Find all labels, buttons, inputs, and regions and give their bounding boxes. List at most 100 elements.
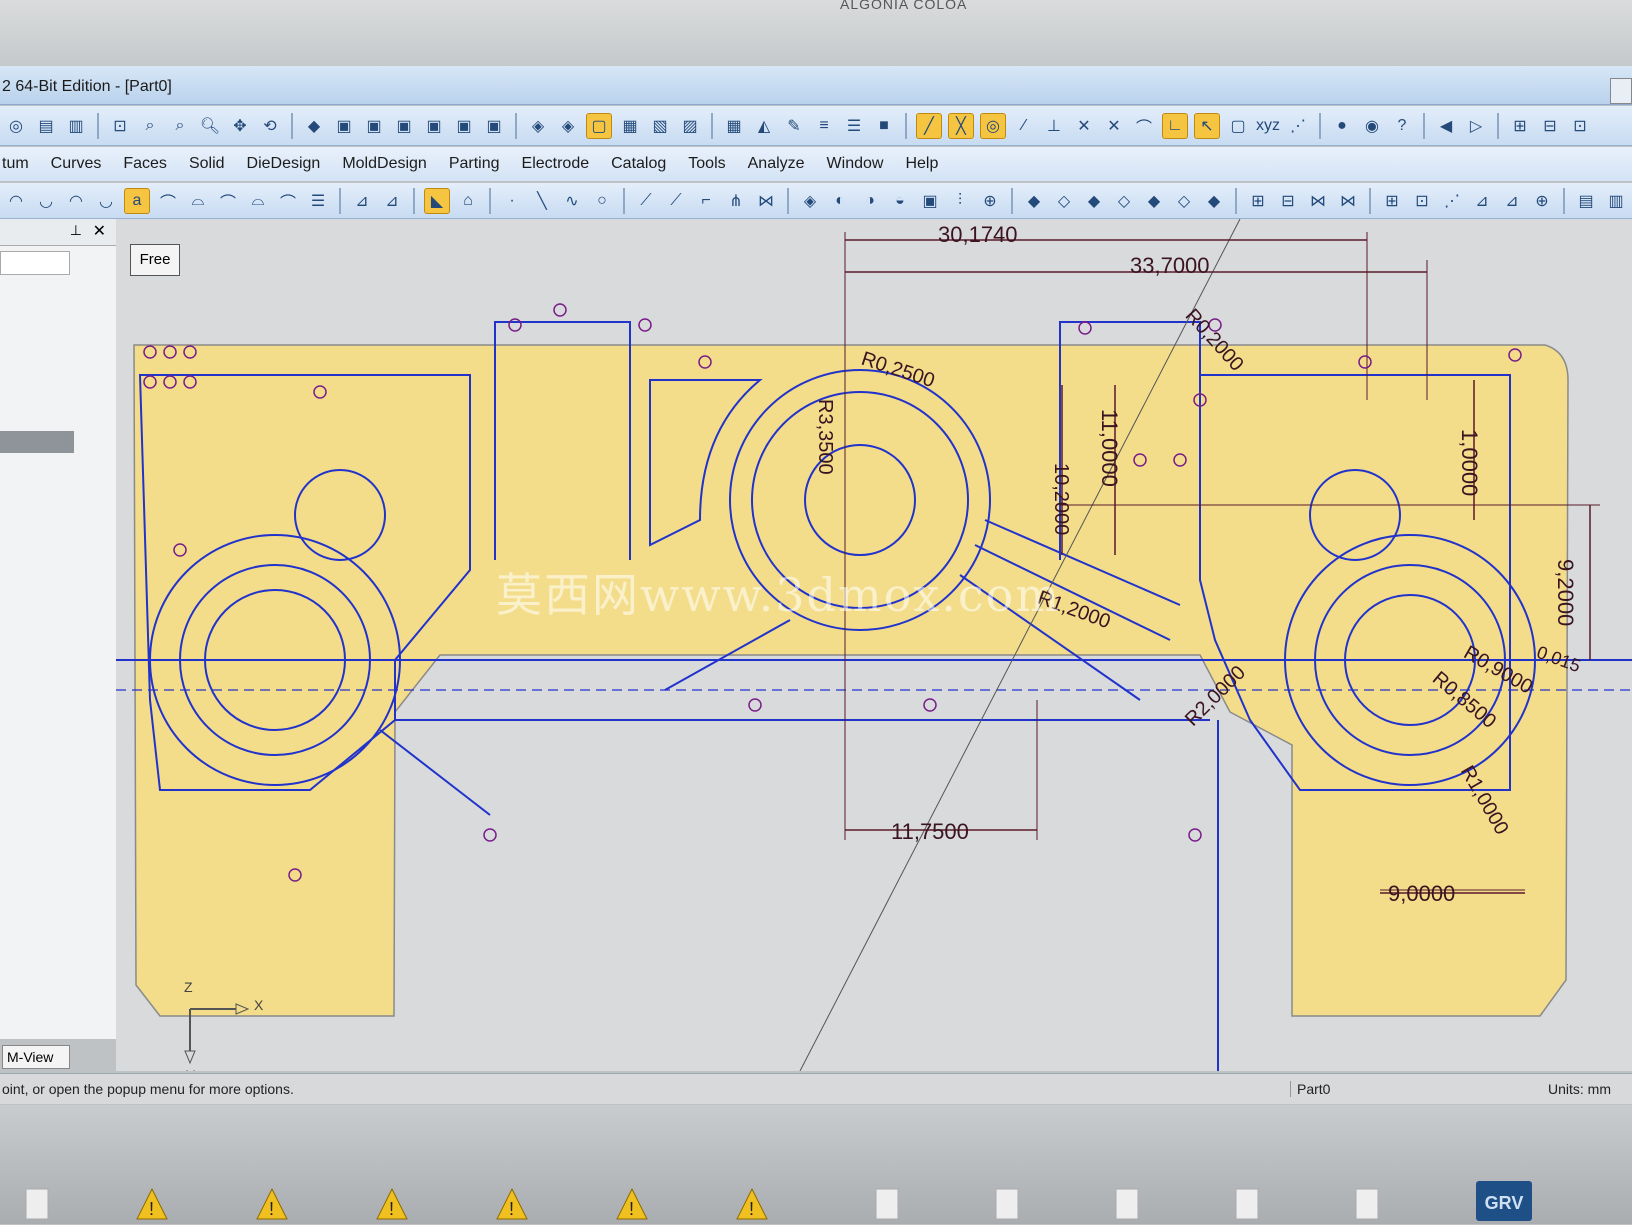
curve-tool-icon[interactable]: ◠ bbox=[64, 189, 88, 213]
dimension-label[interactable]: 1,0000 bbox=[1456, 429, 1482, 496]
material-icon[interactable]: ■ bbox=[872, 114, 896, 138]
analysis-icon[interactable]: ⊡ bbox=[1410, 189, 1434, 213]
snap-axis-icon[interactable]: ∟ bbox=[1162, 112, 1188, 139]
solid-tool-icon[interactable]: ◆ bbox=[1142, 189, 1166, 213]
dimension-label[interactable]: 30,1740 bbox=[938, 222, 1018, 248]
snap-line-icon[interactable]: ╱ bbox=[916, 112, 942, 139]
tree-icon[interactable]: ⊞ bbox=[1508, 114, 1532, 138]
settings-icon[interactable]: ⊡ bbox=[1568, 114, 1592, 138]
dimension-label[interactable]: 9,2000 bbox=[1552, 559, 1578, 626]
window-control-button[interactable] bbox=[1610, 78, 1632, 104]
menu-electrode[interactable]: Electrode bbox=[522, 155, 590, 173]
file-icon[interactable] bbox=[1230, 1187, 1264, 1221]
m-view-tab[interactable]: M-View bbox=[2, 1045, 70, 1069]
line-icon[interactable]: ╲ bbox=[530, 189, 554, 213]
output-icon[interactable]: ▥ bbox=[1604, 189, 1628, 213]
snap-select-icon[interactable]: ↖ bbox=[1194, 112, 1220, 139]
back-icon[interactable]: ◀ bbox=[1434, 114, 1458, 138]
cube-left-icon[interactable]: ▣ bbox=[452, 114, 476, 138]
cube-top-icon[interactable]: ▣ bbox=[392, 114, 416, 138]
fillet-icon[interactable]: ⌐ bbox=[694, 189, 718, 213]
snap-center-icon[interactable]: ◎ bbox=[980, 112, 1006, 139]
cube-iso-icon[interactable]: ◆ bbox=[302, 114, 326, 138]
panel-selection-bar[interactable] bbox=[0, 431, 74, 453]
warning-icon[interactable]: ! bbox=[255, 1187, 289, 1221]
menu-datum[interactable]: tum bbox=[2, 155, 29, 173]
section-icon[interactable]: ▨ bbox=[678, 114, 702, 138]
cube-bottom-icon[interactable]: ▣ bbox=[422, 114, 446, 138]
solid-tool-icon[interactable]: ◆ bbox=[1082, 189, 1106, 213]
point-icon[interactable]: · bbox=[500, 189, 524, 213]
dimension-label[interactable]: 33,7000 bbox=[1130, 253, 1210, 279]
curve-tool-icon[interactable]: ⌒ bbox=[216, 189, 240, 213]
shaded-icon[interactable]: ▢ bbox=[586, 112, 612, 139]
menu-tools[interactable]: Tools bbox=[688, 155, 725, 173]
menu-diedesign[interactable]: DieDesign bbox=[247, 155, 321, 173]
extend-icon[interactable]: ⟋ bbox=[664, 189, 688, 213]
trim-icon[interactable]: ⟋ bbox=[634, 189, 658, 213]
file-icon[interactable] bbox=[990, 1187, 1024, 1221]
dimension-label[interactable]: 11,0000 bbox=[1096, 409, 1122, 487]
solid-tool-icon[interactable]: ◆ bbox=[1202, 189, 1226, 213]
surface-icon[interactable]: ◈ bbox=[798, 189, 822, 213]
grid-icon[interactable]: ▦ bbox=[722, 114, 746, 138]
menu-parting[interactable]: Parting bbox=[449, 155, 500, 173]
cube-right-icon[interactable]: ▣ bbox=[482, 114, 506, 138]
measure-icon[interactable]: ⊟ bbox=[1538, 114, 1562, 138]
rotate-icon[interactable]: ⟲ bbox=[258, 114, 282, 138]
curve-tool-icon[interactable]: ⌒ bbox=[276, 189, 300, 213]
curve-tool-icon[interactable]: ⌓ bbox=[246, 189, 270, 213]
file-icon[interactable] bbox=[870, 1187, 904, 1221]
solid-tool-icon[interactable]: ◇ bbox=[1112, 189, 1136, 213]
surface-icon[interactable]: ◑ bbox=[858, 189, 882, 213]
output-icon[interactable]: ▤ bbox=[1574, 189, 1598, 213]
cube-back-icon[interactable]: ▣ bbox=[362, 114, 386, 138]
cad-sketch[interactable] bbox=[116, 219, 1632, 1071]
surface-icon[interactable]: ⊕ bbox=[978, 189, 1002, 213]
offset-icon[interactable]: ⋔ bbox=[724, 189, 748, 213]
file-icon[interactable] bbox=[20, 1187, 54, 1221]
view-icon[interactable]: ◎ bbox=[4, 114, 28, 138]
analysis-icon[interactable]: ⊿ bbox=[1500, 189, 1524, 213]
surface-icon[interactable]: ◒ bbox=[888, 189, 912, 213]
close-icon[interactable]: ✕ bbox=[93, 221, 106, 241]
snap-endpoint-icon[interactable]: ╳ bbox=[948, 112, 974, 139]
dimension-icon[interactable]: ◣ bbox=[424, 187, 450, 214]
menu-solid[interactable]: Solid bbox=[189, 155, 225, 173]
analysis-icon[interactable]: ⊕ bbox=[1530, 189, 1554, 213]
render-icon[interactable]: ◈ bbox=[556, 114, 580, 138]
render-icon[interactable]: ◈ bbox=[526, 114, 550, 138]
menu-help[interactable]: Help bbox=[905, 155, 938, 173]
snap-quadrant-icon[interactable]: ⌒ bbox=[1132, 114, 1156, 138]
mold-tool-icon[interactable]: ⋈ bbox=[1336, 189, 1360, 213]
constraint-icon[interactable]: ⊿ bbox=[380, 189, 404, 213]
free-mode-label[interactable]: Free bbox=[130, 244, 180, 276]
dimension-label[interactable]: R3,3500 bbox=[813, 399, 836, 475]
dimension-label[interactable]: 9,0000 bbox=[1388, 881, 1455, 907]
warning-icon[interactable]: ! bbox=[615, 1187, 649, 1221]
menu-molddesign[interactable]: MoldDesign bbox=[342, 155, 426, 173]
wireframe-icon[interactable]: ▦ bbox=[618, 114, 642, 138]
menu-catalog[interactable]: Catalog bbox=[611, 155, 666, 173]
zoom-fit-icon[interactable]: ⌕ bbox=[138, 114, 162, 138]
analysis-icon[interactable]: ⋰ bbox=[1440, 189, 1464, 213]
surface-icon[interactable]: ◐ bbox=[828, 189, 852, 213]
xyz-icon[interactable]: xyz bbox=[1256, 114, 1280, 138]
warning-icon[interactable]: ! bbox=[375, 1187, 409, 1221]
query-icon[interactable]: ? bbox=[1390, 114, 1414, 138]
file-icon[interactable] bbox=[1110, 1187, 1144, 1221]
bulb-icon[interactable]: ◉ bbox=[1360, 114, 1384, 138]
grv-app-button[interactable]: GRV bbox=[1476, 1181, 1532, 1221]
warning-icon[interactable]: ! bbox=[735, 1187, 769, 1221]
solid-tool-icon[interactable]: ◆ bbox=[1022, 189, 1046, 213]
menu-curves[interactable]: Curves bbox=[51, 155, 102, 173]
file-icon[interactable] bbox=[1350, 1187, 1384, 1221]
mold-tool-icon[interactable]: ⊞ bbox=[1246, 189, 1270, 213]
analysis-icon[interactable]: ⊞ bbox=[1380, 189, 1404, 213]
solid-tool-icon[interactable]: ◇ bbox=[1172, 189, 1196, 213]
dimension-label[interactable]: 11,7500 bbox=[891, 819, 969, 845]
color-fill-icon[interactable]: ◭ bbox=[752, 114, 776, 138]
curve-tool-icon[interactable]: ◡ bbox=[94, 189, 118, 213]
dimension-label[interactable]: 10,2000 bbox=[1049, 463, 1072, 535]
polyline-icon[interactable]: ⌂ bbox=[456, 189, 480, 213]
